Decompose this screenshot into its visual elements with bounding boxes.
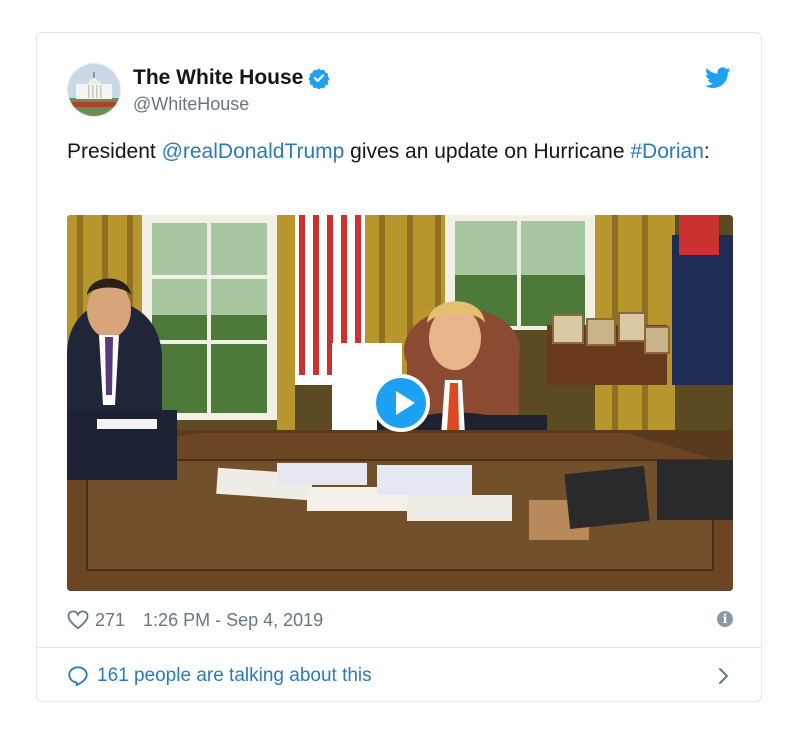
author-name-row[interactable]: The White House	[133, 66, 330, 90]
conversation-link[interactable]: 161 people are talking about this	[67, 663, 733, 689]
like-count[interactable]: 271	[95, 610, 125, 631]
author-name[interactable]: The White House	[133, 66, 303, 90]
white-house-avatar-image	[68, 64, 120, 116]
twitter-bird-icon[interactable]	[705, 67, 731, 89]
tweet-text-prefix: President	[67, 140, 162, 163]
divider	[37, 647, 761, 648]
speech-bubble-icon	[68, 666, 88, 687]
play-icon	[396, 391, 415, 415]
tweet-text-middle: gives an update on Hurricane	[344, 140, 631, 163]
heart-icon[interactable]	[67, 610, 89, 630]
chevron-right-icon[interactable]	[717, 667, 729, 685]
tweet-meta-row: 271 1:26 PM - Sep 4, 2019 i	[67, 608, 733, 632]
play-button[interactable]	[372, 374, 430, 432]
mention-link[interactable]: @realDonaldTrump	[162, 140, 345, 163]
info-icon[interactable]: i	[717, 611, 733, 627]
author-handle[interactable]: @WhiteHouse	[133, 94, 249, 115]
video-player[interactable]	[67, 215, 733, 591]
tweet-text-suffix: :	[703, 140, 710, 163]
tweet-timestamp[interactable]: 1:26 PM - Sep 4, 2019	[143, 610, 323, 631]
tweet-card: The White House @WhiteHouse President @r…	[36, 32, 762, 702]
avatar[interactable]	[67, 63, 121, 117]
talking-about-text[interactable]: 161 people are talking about this	[97, 665, 372, 687]
verified-badge-icon	[308, 68, 330, 89]
hashtag-link[interactable]: #Dorian	[630, 140, 704, 163]
tweet-text: President @realDonaldTrump gives an upda…	[67, 136, 727, 167]
